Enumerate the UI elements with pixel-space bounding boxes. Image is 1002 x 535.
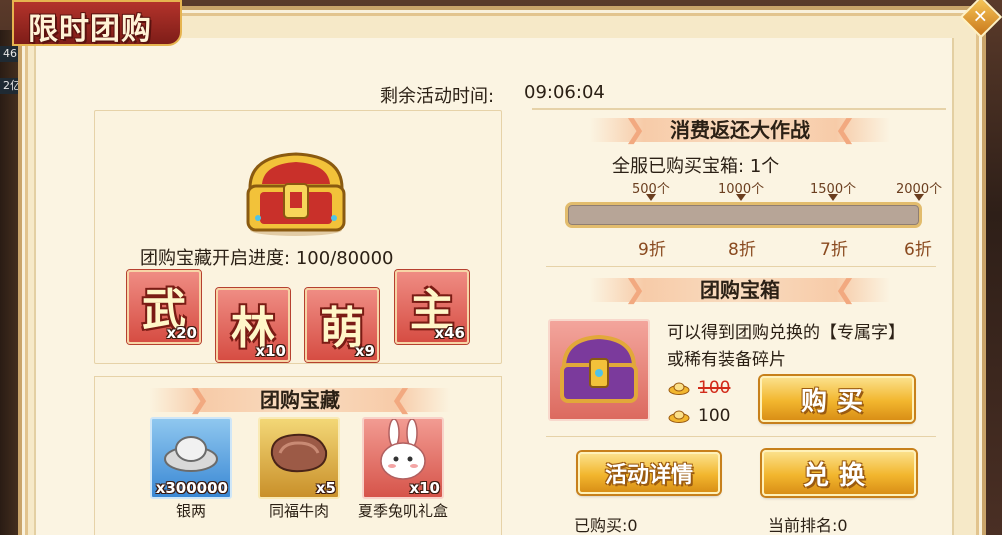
divider	[546, 436, 936, 437]
reward-count: x10	[409, 479, 440, 497]
purchased-count: 已购买:0	[574, 516, 638, 535]
server-bought-count: 全服已购买宝箱: 1个	[612, 152, 779, 178]
chevron-left-icon: ❮	[390, 385, 412, 415]
box-desc-line-1: 可以得到团购兑换的【专属字】	[667, 323, 905, 343]
box-title-ribbon: ❯ 团购宝箱 ❮	[590, 274, 890, 306]
timer-value: 09:06:04	[524, 82, 605, 103]
tier-marker-icon	[914, 194, 924, 201]
rewards-title: 团购宝藏	[260, 388, 340, 412]
divider	[546, 266, 936, 267]
exchange-button[interactable]: 兑换	[762, 450, 916, 496]
chevron-left-icon: ❮	[834, 275, 856, 305]
char-tile-lin[interactable]: 林 x10	[216, 288, 290, 362]
rebate-title-ribbon: ❯ 消费返还大作战 ❮	[590, 114, 890, 146]
rebate-progress-bar	[565, 202, 922, 228]
original-price: 100	[698, 378, 731, 398]
server-bought-value: 1个	[749, 156, 780, 177]
char-count: x10	[255, 342, 286, 360]
rebate-title: 消费返还大作战	[670, 118, 810, 142]
reward-name: 夏季兔叽礼盒	[357, 502, 448, 520]
rabbit-icon	[380, 418, 426, 480]
current-rank: 当前排名:0	[768, 516, 848, 535]
treasure-progress-text: 团购宝藏开启进度: 100/80000	[140, 244, 394, 270]
char-tile-zhu[interactable]: 主 x46	[395, 270, 469, 344]
activity-details-button[interactable]: 活动详情	[578, 452, 720, 494]
treasure-progress-label: 团购宝藏开启进度:	[140, 248, 291, 269]
discount-label-2: 8折	[728, 240, 756, 260]
chevron-right-icon: ❯	[624, 275, 646, 305]
group-buy-box-item[interactable]	[548, 319, 650, 421]
close-button[interactable]: ✕	[959, 0, 1002, 39]
char-count: x9	[354, 342, 375, 360]
gold-ingot-icon	[668, 382, 690, 395]
discount-label-4: 6折	[904, 240, 932, 260]
close-icon: ✕	[973, 6, 989, 28]
treasure-progress-value: 100/80000	[295, 248, 394, 269]
timer-label: 剩余活动时间:	[380, 86, 495, 107]
tier-marker-icon	[646, 194, 656, 201]
chevron-right-icon: ❯	[624, 115, 646, 145]
char-count: x46	[434, 324, 465, 342]
rewards-title-ribbon: ❯ 团购宝藏 ❮	[150, 384, 450, 416]
box-title: 团购宝箱	[700, 278, 780, 302]
purple-chest-icon	[560, 334, 638, 403]
beef-icon	[270, 433, 328, 473]
chevron-right-icon: ❯	[188, 385, 210, 415]
tier-marker-icon	[828, 194, 838, 201]
char-tile-wu[interactable]: 武 x20	[127, 270, 201, 344]
char-tile-meng[interactable]: 萌 x9	[305, 288, 379, 362]
box-description: 可以得到团购兑换的【专属字】 或稀有装备碎片	[667, 320, 905, 374]
page-title: 限时团购	[28, 12, 152, 47]
discount-label-1: 9折	[638, 240, 666, 260]
box-desc-line-2: 或稀有装备碎片	[667, 350, 786, 370]
buy-button[interactable]: 购买	[760, 376, 914, 422]
reward-count: x300000	[155, 479, 228, 497]
treasure-chest-icon	[246, 152, 346, 236]
tier-marker-icon	[736, 194, 746, 201]
reward-name: 同福牛肉	[268, 502, 329, 520]
reward-name: 银两	[175, 502, 206, 520]
server-bought-label: 全服已购买宝箱:	[612, 156, 745, 177]
char-count: x20	[166, 324, 197, 342]
gold-ingot-icon	[668, 410, 690, 423]
reward-item-silver[interactable]: x300000	[150, 417, 232, 499]
discount-label-3: 7折	[820, 240, 848, 260]
chevron-left-icon: ❮	[834, 115, 856, 145]
reward-item-beef[interactable]: x5	[258, 417, 340, 499]
current-price: 100	[698, 406, 731, 426]
reward-count: x5	[315, 479, 336, 497]
rebate-panel-divider	[532, 108, 946, 110]
reward-item-rabbit-box[interactable]: x10	[362, 417, 444, 499]
silver-ingot-icon	[164, 436, 218, 472]
